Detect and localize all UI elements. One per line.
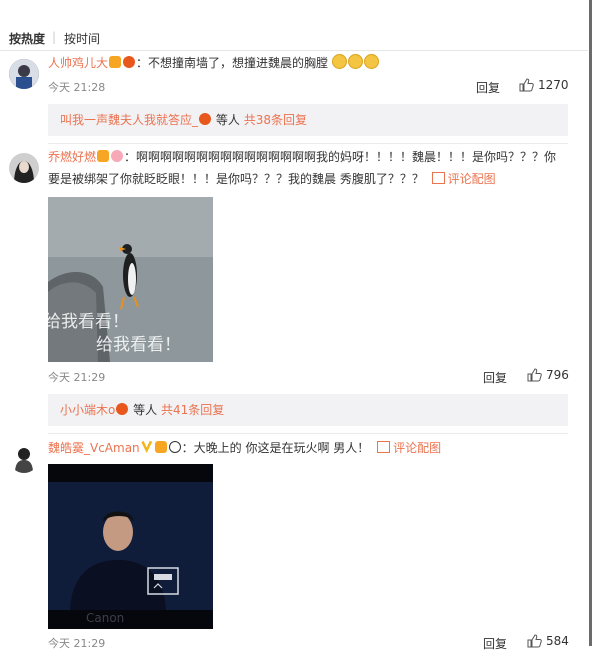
vip-badge-icon	[140, 441, 153, 453]
avatar[interactable]	[9, 153, 39, 183]
comment-body: 人帅鸡儿大 ：不想撞南墙了，想撞进魏晨的胸膛	[48, 52, 578, 74]
badge-icon	[109, 56, 122, 68]
thumbs-up-icon	[519, 78, 534, 92]
like-count: 796	[546, 368, 569, 382]
comment-pic-label: 评论配图	[393, 441, 442, 455]
like-count: 1270	[538, 78, 569, 92]
red-badge-icon	[199, 113, 212, 125]
reply-summary-box: 小小端木o 等人 共41条回复	[48, 394, 568, 426]
avatar-image-icon	[9, 59, 39, 89]
avatar-image-icon	[9, 443, 39, 473]
like-button[interactable]: 1270	[519, 78, 569, 92]
penguin-image: 给我看看！ 给我看看！	[48, 197, 213, 362]
badge-icon	[97, 150, 110, 162]
view-replies-link[interactable]: 共41条回复	[161, 403, 224, 417]
comment-body: 魏皓霙_VcAman ：大晚上的 你这是在玩火啊 男人！ 评论配图	[48, 437, 578, 459]
comment-image[interactable]: Canon	[48, 464, 213, 629]
divider	[0, 50, 588, 51]
image-caption-2: 给我看看！	[96, 335, 181, 355]
avatar[interactable]	[9, 443, 39, 473]
comment-time: 今天 21:28	[48, 81, 106, 94]
comment-pic-link[interactable]: 评论配图	[373, 441, 441, 455]
reply-button[interactable]: 回复	[483, 635, 507, 652]
badge-icon	[154, 441, 167, 453]
picture-icon	[431, 172, 445, 184]
reply-user-link[interactable]: 叫我一声魏夫人我就答应_	[60, 113, 198, 127]
avatar-image-icon	[9, 153, 39, 183]
reply-user-link[interactable]: 小小端木o	[60, 403, 115, 417]
emoji-icon	[363, 54, 379, 69]
reply-suffix: 等人	[215, 113, 240, 127]
image-watermark: Canon	[86, 611, 124, 625]
comment-username[interactable]: 魏皓霙_VcAman	[48, 441, 140, 455]
red-badge-icon	[116, 403, 129, 415]
sort-by-hot-tab[interactable]: 按热度	[9, 30, 45, 47]
red-badge-icon	[123, 56, 136, 68]
sort-separator: |	[52, 30, 57, 44]
comment-pic-label: 评论配图	[447, 172, 496, 186]
reply-button[interactable]: 回复	[476, 79, 500, 96]
avatar[interactable]	[9, 59, 39, 89]
picture-icon	[377, 441, 391, 453]
comment-text-line2: 要是被绑架了你就眨眨眼！！！是你吗？？？我的魏晨 秀腹肌了？？？	[48, 172, 424, 186]
comment-text-line1: ：啊啊啊啊啊啊啊啊啊啊啊啊啊啊啊我的妈呀！！！！魏晨！！！是你吗？？？你	[124, 150, 557, 164]
reply-summary-box: 叫我一声魏夫人我就答应_ 等人 共38条回复	[48, 104, 568, 136]
like-button[interactable]: 796	[527, 368, 569, 382]
face-badge-icon	[111, 150, 124, 162]
comment-username[interactable]: 人帅鸡儿大	[48, 56, 108, 70]
comment-image[interactable]: 给我看看！ 给我看看！	[48, 197, 213, 362]
concert-screen-image: Canon	[48, 464, 213, 629]
reply-suffix: 等人	[133, 403, 158, 417]
image-caption-1: 给我看看！	[48, 312, 129, 332]
emoji-icon	[331, 54, 347, 69]
comment-time: 今天 21:29	[48, 637, 106, 650]
emoji-icon	[347, 54, 363, 69]
thumbs-up-icon	[527, 368, 542, 382]
comment-text: ：不想撞南墙了，想撞进魏晨的胸膛	[136, 56, 329, 70]
comment-text: ：大晚上的 你这是在玩火啊 男人！	[181, 441, 370, 455]
divider	[48, 143, 568, 144]
reply-button[interactable]: 回复	[483, 369, 507, 386]
view-replies-link[interactable]: 共38条回复	[244, 113, 307, 127]
panda-badge-icon	[168, 441, 181, 453]
comment-pic-link[interactable]: 评论配图	[428, 172, 496, 186]
divider	[48, 433, 568, 434]
comment-body: 乔燃好燃 ：啊啊啊啊啊啊啊啊啊啊啊啊啊啊啊我的妈呀！！！！魏晨！！！是你吗？？？你…	[48, 146, 578, 190]
comment-time: 今天 21:29	[48, 371, 106, 384]
comment-username[interactable]: 乔燃好燃	[48, 150, 96, 164]
sort-by-time-tab[interactable]: 按时间	[64, 30, 100, 47]
